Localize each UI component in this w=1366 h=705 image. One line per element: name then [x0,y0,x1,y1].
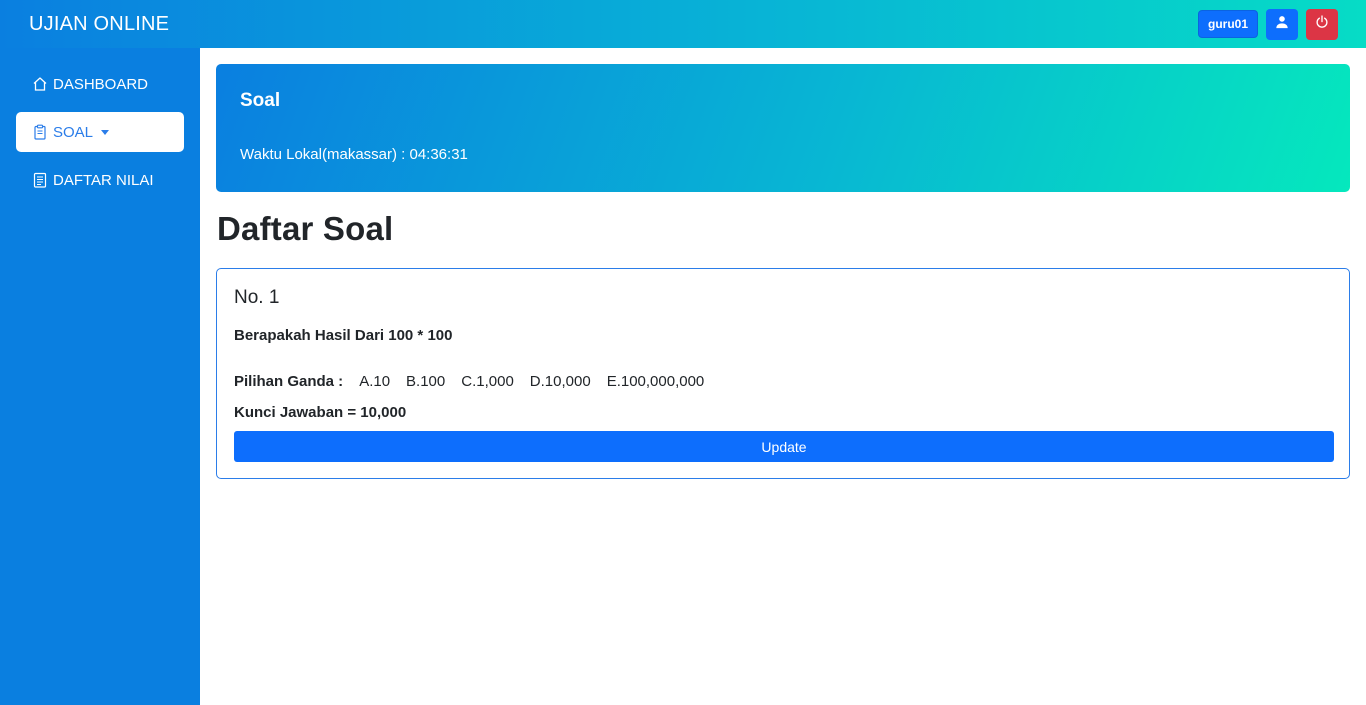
question-text: Berapakah Hasil Dari 100 * 100 [234,327,453,344]
page-header-banner: Soal Waktu Lokal(makassar) : 04:36:31 [216,64,1350,192]
option-d: D.10,000 [529,373,591,390]
app-brand[interactable]: UJIAN ONLINE [29,13,169,36]
profile-button[interactable] [1266,8,1298,40]
sidebar-item-label: DAFTAR NILAI [53,171,154,189]
top-navbar: UJIAN ONLINE guru01 [0,0,1366,48]
options-label: Pilihan Ganda : [234,373,344,390]
banner-title: Soal [240,90,281,111]
answer-key: Kunci Jawaban = 10,000 [234,404,407,421]
power-icon [1315,14,1329,34]
option-b: B.100 [406,373,446,390]
update-button[interactable]: Update [234,431,1334,462]
chevron-down-icon [101,129,110,135]
question-number: No. 1 [234,287,280,308]
user-icon [1275,15,1289,34]
clipboard-icon [32,124,48,140]
options-row: Pilihan Ganda : A.10 B.100 C.1,000 D.10,… [234,373,1333,390]
question-card: No. 1 Berapakah Hasil Dari 100 * 100 Pil… [216,268,1350,479]
home-icon [32,76,48,92]
option-a: A.10 [359,373,391,390]
local-time: Waktu Lokal(makassar) : 04:36:31 [240,146,468,163]
username-badge[interactable]: guru01 [1197,10,1258,38]
sidebar-item-label: SOAL [53,123,94,141]
option-c: C.1,000 [461,373,514,390]
sidebar-item-label: DASHBOARD [53,75,149,93]
main-content: Soal Waktu Lokal(makassar) : 04:36:31 Da… [216,64,1350,479]
sidebar: DASHBOARD SOAL DAFTAR NILAI [0,48,200,705]
sidebar-item-daftar-nilai[interactable]: DAFTAR NILAI [16,160,184,200]
page-title: Daftar Soal [217,210,394,247]
top-actions: guru01 [1197,8,1338,40]
logout-button[interactable] [1306,8,1338,40]
document-icon [32,172,48,188]
sidebar-item-soal[interactable]: SOAL [16,112,184,152]
sidebar-item-dashboard[interactable]: DASHBOARD [16,64,184,104]
option-e: E.100,000,000 [606,373,705,390]
